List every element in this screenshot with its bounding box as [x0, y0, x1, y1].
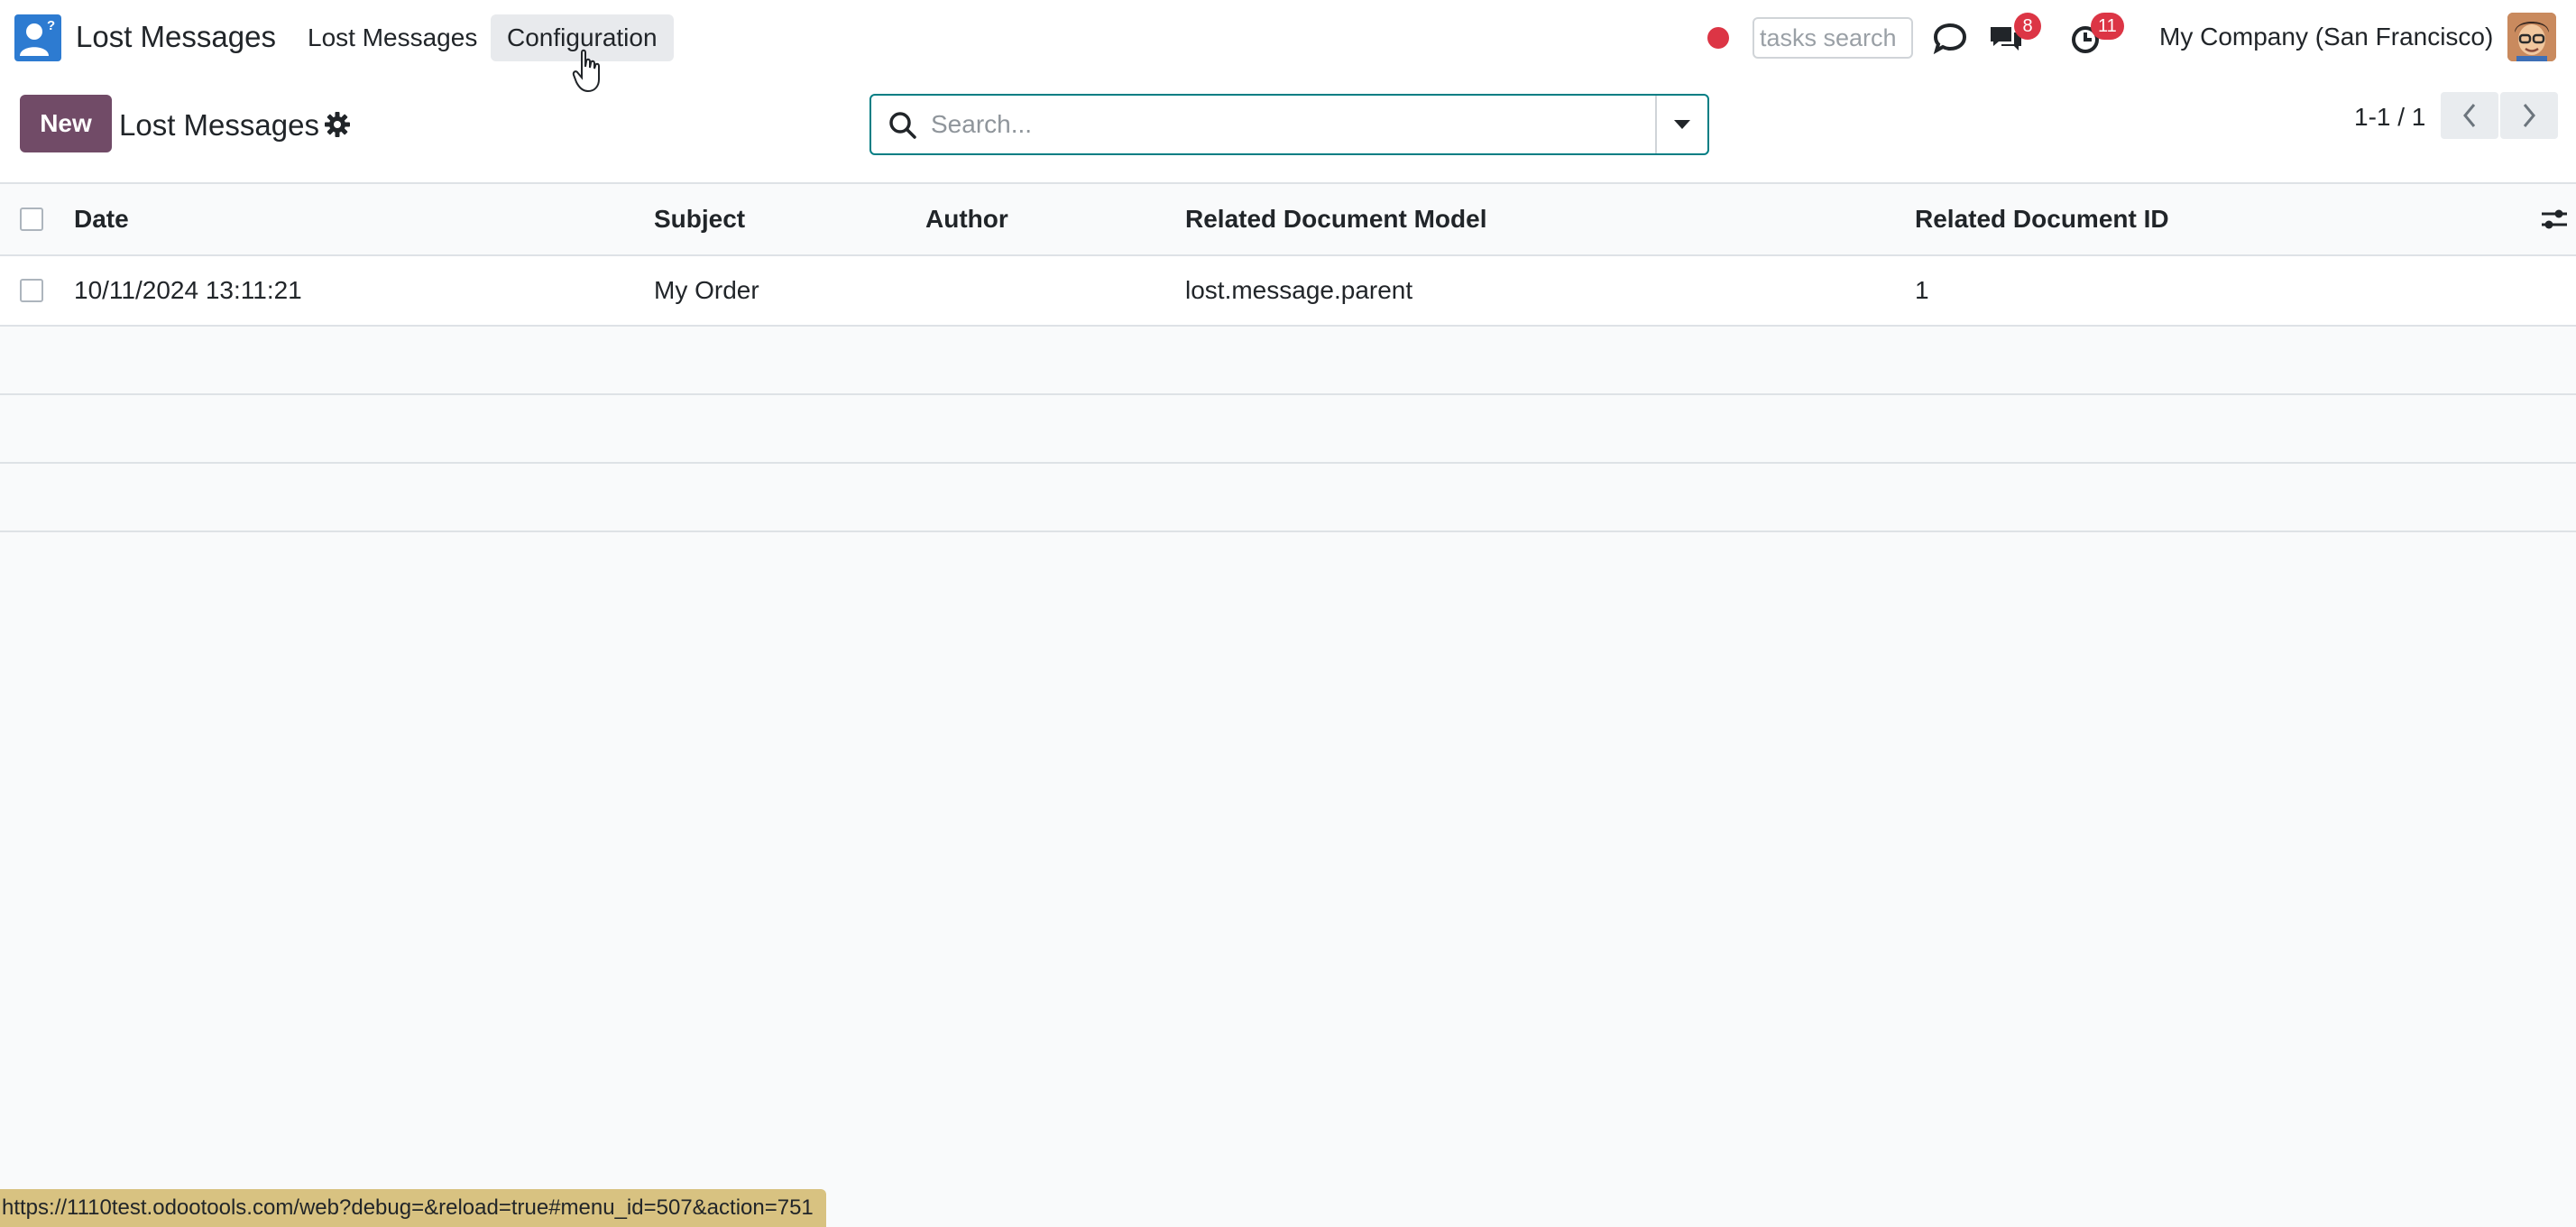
- cell-date[interactable]: 10/11/2024 13:11:21: [74, 256, 302, 325]
- discuss-icon[interactable]: [1930, 18, 1970, 58]
- activities-badge: 11: [2091, 13, 2124, 40]
- avatar-face-icon: [2507, 13, 2556, 61]
- cell-subject[interactable]: My Order: [654, 256, 759, 325]
- caret-down-icon: [1674, 120, 1690, 129]
- optional-columns-toggle[interactable]: [2540, 184, 2569, 254]
- pager-previous-button[interactable]: [2441, 92, 2498, 139]
- new-button[interactable]: New: [20, 95, 112, 152]
- hand-cursor-icon: [572, 49, 600, 93]
- control-panel: New Lost Messages 1-1 / 1: [0, 78, 2576, 184]
- top-navbar: ? Lost Messages Lost Messages Configurat…: [0, 0, 2576, 78]
- column-header-related-model[interactable]: Related Document Model: [1185, 184, 1486, 254]
- empty-row: [0, 395, 2576, 464]
- user-avatar[interactable]: [2507, 13, 2556, 61]
- column-header-date[interactable]: Date: [74, 184, 129, 254]
- pager-value[interactable]: 1-1 / 1: [2354, 103, 2425, 132]
- page-title: Lost Messages: [119, 108, 319, 142]
- pager-next-button[interactable]: [2500, 92, 2558, 139]
- company-switcher[interactable]: My Company (San Francisco): [2159, 23, 2493, 51]
- svg-text:?: ?: [47, 18, 55, 33]
- record-indicator-icon[interactable]: [1707, 27, 1729, 49]
- search-icon: [889, 112, 916, 139]
- column-header-author[interactable]: Author: [925, 184, 1008, 254]
- column-header-subject[interactable]: Subject: [654, 184, 745, 254]
- empty-row: [0, 327, 2576, 395]
- search-bar[interactable]: [869, 94, 1709, 155]
- column-header-related-id[interactable]: Related Document ID: [1915, 184, 2169, 254]
- user-icon: ?: [20, 18, 55, 56]
- row-checkbox[interactable]: [20, 279, 43, 302]
- link-status-bar: https://1110test.odootools.com/web?debug…: [0, 1189, 826, 1227]
- select-all-checkbox[interactable]: [20, 208, 43, 231]
- cell-related-model[interactable]: lost.message.parent: [1185, 256, 1412, 325]
- chevron-right-icon: [2523, 104, 2535, 127]
- empty-row: [0, 464, 2576, 532]
- app-icon[interactable]: ?: [14, 14, 61, 61]
- app-name[interactable]: Lost Messages: [76, 20, 276, 54]
- cell-related-id[interactable]: 1: [1915, 256, 1929, 325]
- select-all-checkbox-cell[interactable]: [20, 184, 43, 254]
- sliders-icon: [2542, 209, 2567, 229]
- chevron-left-icon: [2463, 104, 2476, 127]
- row-checkbox-cell[interactable]: [20, 256, 43, 325]
- list-header: Date Subject Author Related Document Mod…: [0, 184, 2576, 256]
- gear-icon[interactable]: [323, 110, 352, 139]
- table-row[interactable]: 10/11/2024 13:11:21 My Order lost.messag…: [0, 256, 2576, 327]
- list-view: Date Subject Author Related Document Mod…: [0, 184, 2576, 532]
- search-options-toggle[interactable]: [1655, 96, 1707, 153]
- search-input[interactable]: [929, 105, 1615, 144]
- messages-badge: 8: [2014, 13, 2041, 40]
- tasks-search-input[interactable]: [1753, 17, 1913, 59]
- menu-lost-messages[interactable]: Lost Messages: [291, 14, 493, 61]
